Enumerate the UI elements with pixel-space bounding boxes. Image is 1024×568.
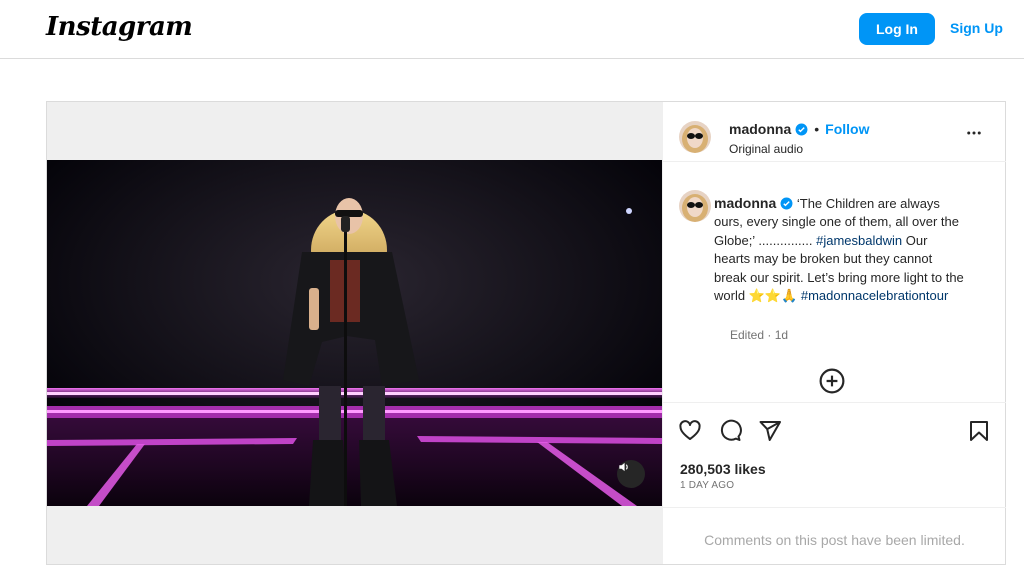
edited-timestamp: Edited · 1d xyxy=(730,328,789,342)
signup-link[interactable]: Sign Up xyxy=(950,20,1003,36)
post-video[interactable] xyxy=(47,160,662,506)
post-action-bar xyxy=(663,402,1006,460)
save-icon[interactable] xyxy=(967,419,991,443)
verified-badge-icon xyxy=(780,197,793,210)
concert-video-frame xyxy=(47,160,662,506)
caption-avatar[interactable] xyxy=(679,190,711,222)
post-caption: madonna ‘The Children are always ours, e… xyxy=(714,194,964,305)
hashtag-link-madonnacelebrationtour[interactable]: #madonnacelebrationtour xyxy=(801,288,948,303)
post-sidebar: madonna • Follow Original audio madonna ‘T… xyxy=(662,102,1006,564)
verified-badge-icon xyxy=(795,123,808,136)
comment-icon[interactable] xyxy=(718,419,742,443)
author-avatar[interactable] xyxy=(679,121,711,153)
top-navigation-bar: Instagram Log In Sign Up xyxy=(0,0,1024,59)
avatar-image xyxy=(679,190,711,222)
follow-button[interactable]: Follow xyxy=(825,121,869,137)
more-options-icon[interactable] xyxy=(965,124,983,142)
audio-toggle-button[interactable] xyxy=(617,460,645,488)
avatar-image xyxy=(679,121,711,153)
hashtag-link-jamesbaldwin[interactable]: #jamesbaldwin xyxy=(816,233,902,248)
heart-icon[interactable] xyxy=(678,419,702,443)
post-date: 1 DAY AGO xyxy=(680,480,735,491)
load-more-comments-icon[interactable] xyxy=(819,368,845,394)
comments-limited-notice: Comments on this post have been limited. xyxy=(663,507,1006,564)
header-separator: • xyxy=(814,121,820,137)
author-username[interactable]: madonna xyxy=(729,121,791,137)
caption-emoji: ⭐⭐🙏 xyxy=(748,288,798,304)
share-icon[interactable] xyxy=(758,419,782,443)
likes-count[interactable]: 280,503 likes xyxy=(680,461,766,477)
audio-toggle-icon xyxy=(619,462,628,472)
post-media-area xyxy=(47,102,662,564)
original-audio-link[interactable]: Original audio xyxy=(729,142,803,156)
post-card: madonna • Follow Original audio madonna ‘T… xyxy=(46,101,1006,565)
header-user-line: madonna • Follow xyxy=(729,121,869,139)
instagram-logo[interactable]: Instagram xyxy=(46,12,193,42)
caption-username[interactable]: madonna xyxy=(714,195,776,211)
post-header: madonna • Follow Original audio xyxy=(663,102,1006,162)
login-button[interactable]: Log In xyxy=(859,13,935,45)
